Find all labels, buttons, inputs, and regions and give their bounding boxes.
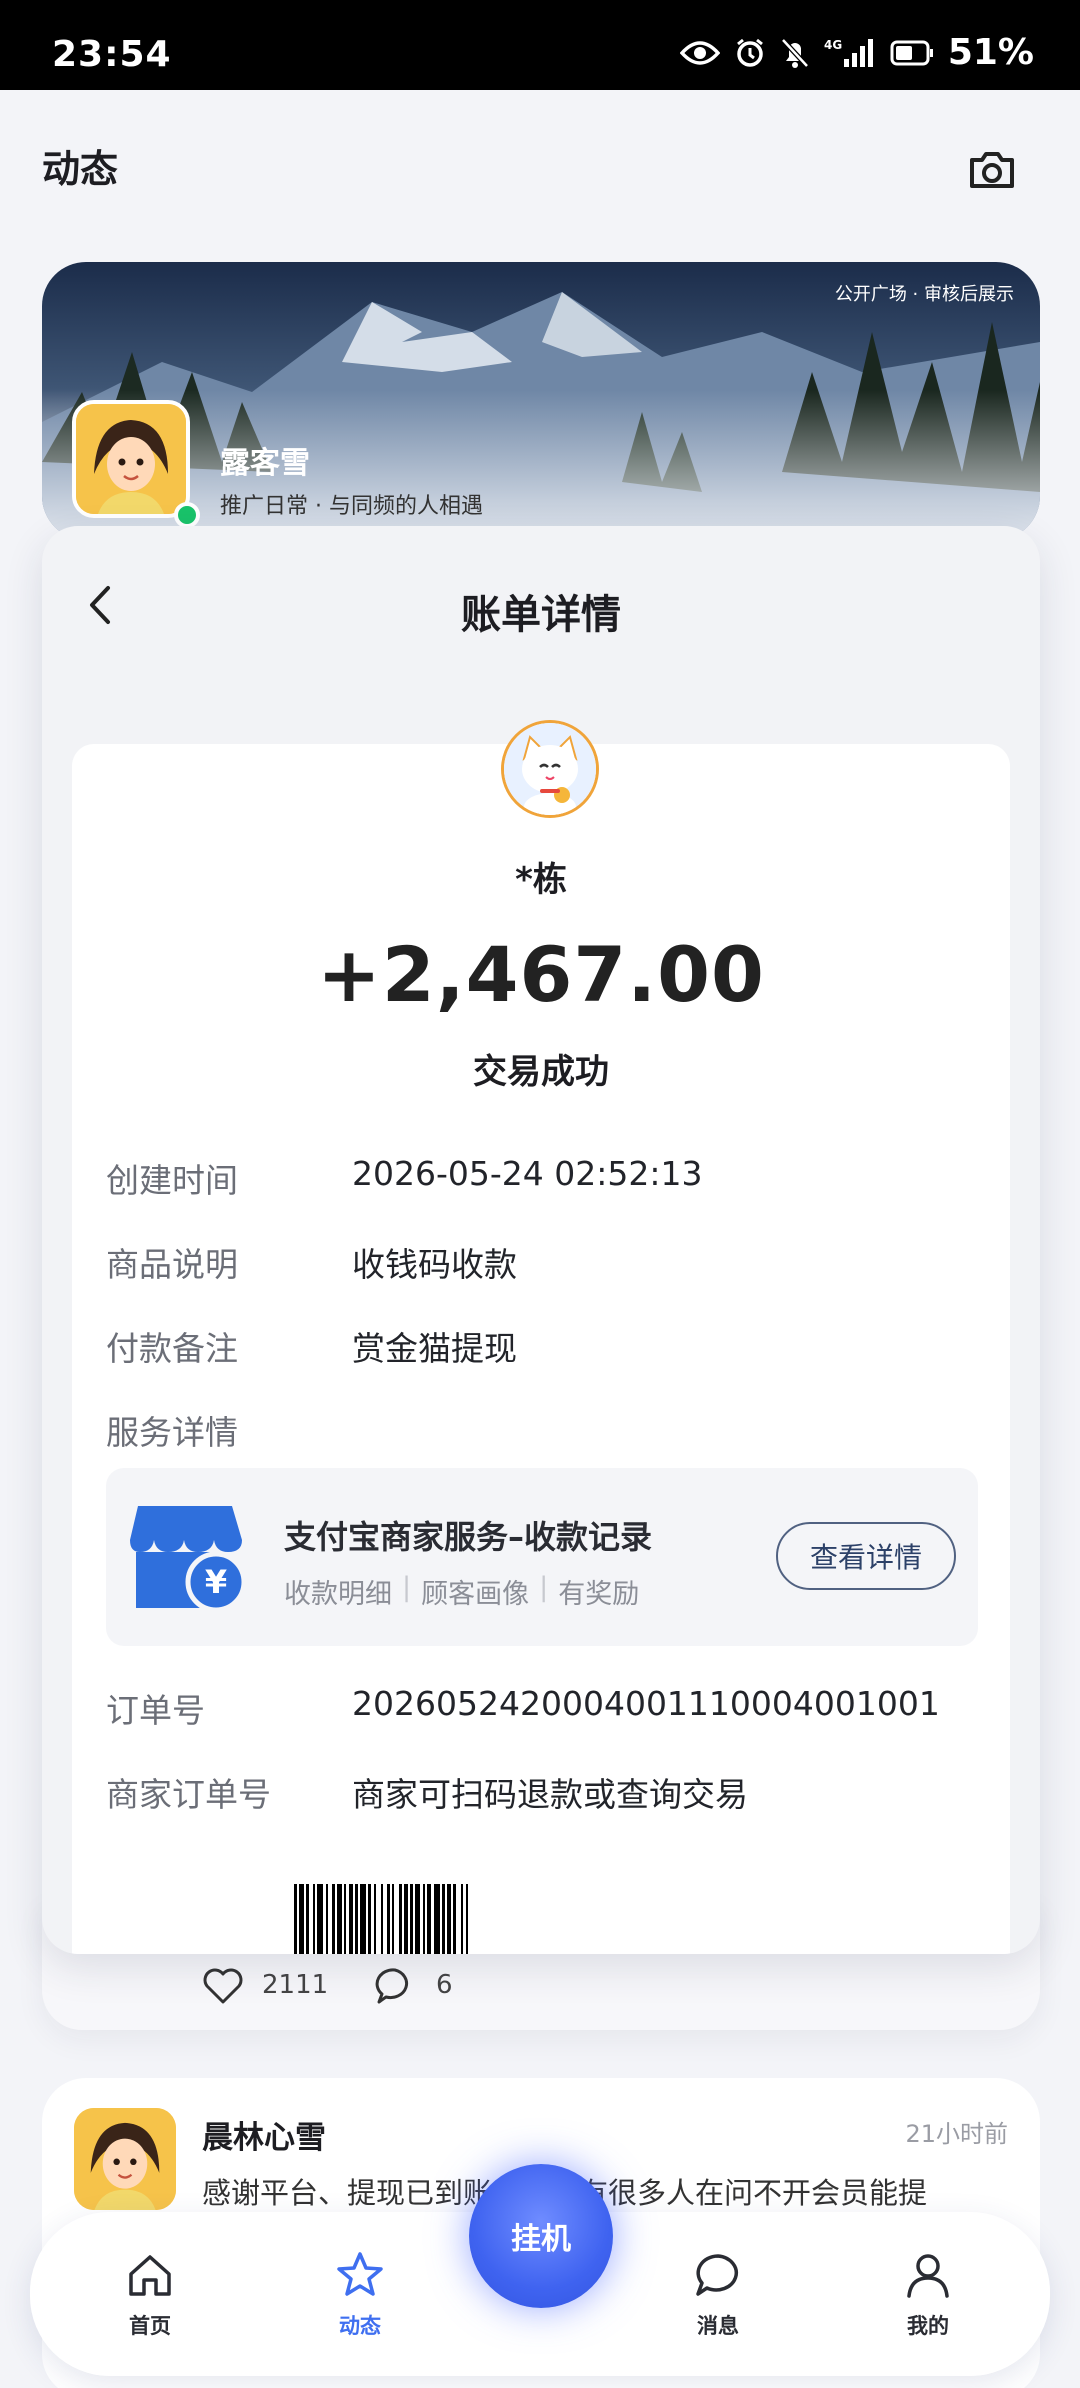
avatar[interactable] bbox=[72, 400, 190, 518]
detail-row-product: 商品说明 收钱码收款 bbox=[106, 1238, 986, 1288]
cartoon-girl-avatar-icon bbox=[74, 2108, 176, 2210]
payer-avatar bbox=[501, 720, 599, 818]
detail-value: 赏金猫提现 bbox=[352, 1329, 517, 1368]
user-icon bbox=[907, 2254, 949, 2298]
battery-icon bbox=[890, 39, 934, 67]
comment-count: 6 bbox=[436, 1970, 453, 2000]
app-header: 动态 bbox=[0, 90, 1080, 240]
detail-value: 2026-05-24 02:52:13 bbox=[352, 1154, 703, 1193]
like-button[interactable] bbox=[202, 1966, 244, 2006]
status-bar: 23:54 4G 51% bbox=[0, 0, 1080, 90]
tag-divider: | bbox=[402, 1572, 412, 1603]
service-title: 支付宝商家服务–收款记录 bbox=[284, 1518, 653, 1556]
page-title: 动态 bbox=[42, 147, 119, 191]
detail-row-merchant-order: 商家订单号 商家可扫码退款或查询交易 bbox=[106, 1768, 986, 1818]
barcode bbox=[294, 1884, 794, 1954]
shop-icon: ¥ bbox=[128, 1500, 247, 1614]
detail-row-service: 服务详情 bbox=[106, 1406, 986, 1456]
svg-text:¥: ¥ bbox=[205, 1563, 227, 1601]
detail-row-created-time: 创建时间 2026-05-24 02:52:13 bbox=[106, 1154, 986, 1204]
camera-icon bbox=[970, 152, 1014, 188]
like-count: 2111 bbox=[262, 1970, 329, 2000]
banner-tag: 公开广场 · 审核后展示 bbox=[834, 284, 1014, 305]
battery-percent: 51% bbox=[947, 32, 1034, 73]
comment-button[interactable] bbox=[374, 1966, 416, 2006]
service-tag: 顾客画像 bbox=[421, 1579, 530, 1610]
nav-label: 首页 bbox=[129, 2314, 171, 2338]
detail-label: 订单号 bbox=[106, 1691, 205, 1730]
nav-item-feed[interactable]: 动态 bbox=[300, 2248, 420, 2340]
detail-row-order-no: 订单号 2026052420004001110004001001 bbox=[106, 1684, 986, 1734]
home-icon bbox=[129, 2255, 171, 2296]
service-tag: 有奖励 bbox=[558, 1579, 640, 1610]
bill-title: 账单详情 bbox=[461, 592, 621, 638]
svg-text:4G: 4G bbox=[824, 38, 842, 52]
signal-icon: 4G bbox=[824, 37, 876, 69]
banner-subtitle: 推广日常 · 与同频的人相遇 bbox=[220, 494, 483, 519]
merchant-service-card[interactable]: ¥ 支付宝商家服务–收款记录 收款明细 | 顾客画像 | 有奖励 查看详情 bbox=[106, 1468, 978, 1646]
detail-label: 服务详情 bbox=[106, 1413, 238, 1452]
detail-label: 商品说明 bbox=[106, 1245, 238, 1284]
bill-card: *栋 +2,467.00 交易成功 创建时间 2026-05-24 02:52:… bbox=[72, 720, 1010, 1954]
avatar[interactable] bbox=[74, 2108, 176, 2210]
message-icon bbox=[696, 2254, 739, 2296]
nav-item-profile[interactable]: 我的 bbox=[868, 2248, 988, 2340]
detail-row-payment-note: 付款备注 赏金猫提现 bbox=[106, 1322, 986, 1372]
status-time: 23:54 bbox=[52, 34, 172, 75]
alarm-icon bbox=[734, 37, 766, 69]
detail-label: 创建时间 bbox=[106, 1161, 238, 1200]
nav-label: 我的 bbox=[907, 2314, 949, 2338]
bill-detail-sheet: 账单详情 *栋 +2,467.00 交易成功 创建时间 2026-05-24 0… bbox=[42, 526, 1040, 1954]
nav-label: 消息 bbox=[697, 2314, 739, 2338]
post-time: 21小时前 bbox=[905, 2120, 1008, 2148]
mute-bell-icon bbox=[780, 37, 810, 69]
barcode-gap bbox=[468, 1884, 472, 1954]
banner-username: 露客雪 bbox=[220, 446, 310, 481]
transaction-status: 交易成功 bbox=[473, 1052, 609, 1092]
service-tags: 收款明细 | 顾客画像 | 有奖励 bbox=[284, 1572, 639, 1611]
post-text: 感谢平台、提现已到账，看到有很多人在问不开会员能提 bbox=[202, 2170, 1032, 2212]
hangup-fab-button[interactable]: 挂机 bbox=[469, 2164, 613, 2308]
cartoon-girl-avatar-icon bbox=[76, 404, 186, 514]
view-details-button[interactable]: 查看详情 bbox=[776, 1522, 956, 1590]
heart-icon bbox=[203, 1968, 243, 2004]
lucky-cat-icon bbox=[504, 723, 596, 815]
post-author: 晨林心雪 bbox=[202, 2120, 326, 2156]
camera-button[interactable] bbox=[964, 142, 1020, 198]
eye-icon bbox=[679, 39, 720, 67]
detail-label: 付款备注 bbox=[106, 1329, 238, 1368]
star-icon bbox=[337, 2252, 383, 2296]
online-status-dot bbox=[174, 502, 200, 528]
comment-icon bbox=[375, 1968, 409, 2004]
detail-value: 收钱码收款 bbox=[352, 1245, 517, 1284]
transaction-amount: +2,467.00 bbox=[317, 930, 765, 1019]
service-tag: 收款明细 bbox=[284, 1579, 392, 1610]
detail-value: 2026052420004001110004001001 bbox=[352, 1684, 940, 1723]
profile-banner[interactable]: 公开广场 · 审核后展示 露客雪 推广日常 · 与同频的人相遇 bbox=[42, 262, 1040, 540]
tag-divider: | bbox=[539, 1572, 549, 1603]
nav-item-messages[interactable]: 消息 bbox=[658, 2248, 778, 2340]
detail-label: 商家订单号 bbox=[106, 1775, 271, 1814]
payer-name: *栋 bbox=[515, 860, 567, 900]
nav-item-home[interactable]: 首页 bbox=[90, 2248, 210, 2340]
detail-value: 商家可扫码退款或查询交易 bbox=[352, 1775, 748, 1814]
status-icons: 4G 51% bbox=[679, 32, 1034, 73]
nav-label: 动态 bbox=[339, 2314, 381, 2338]
